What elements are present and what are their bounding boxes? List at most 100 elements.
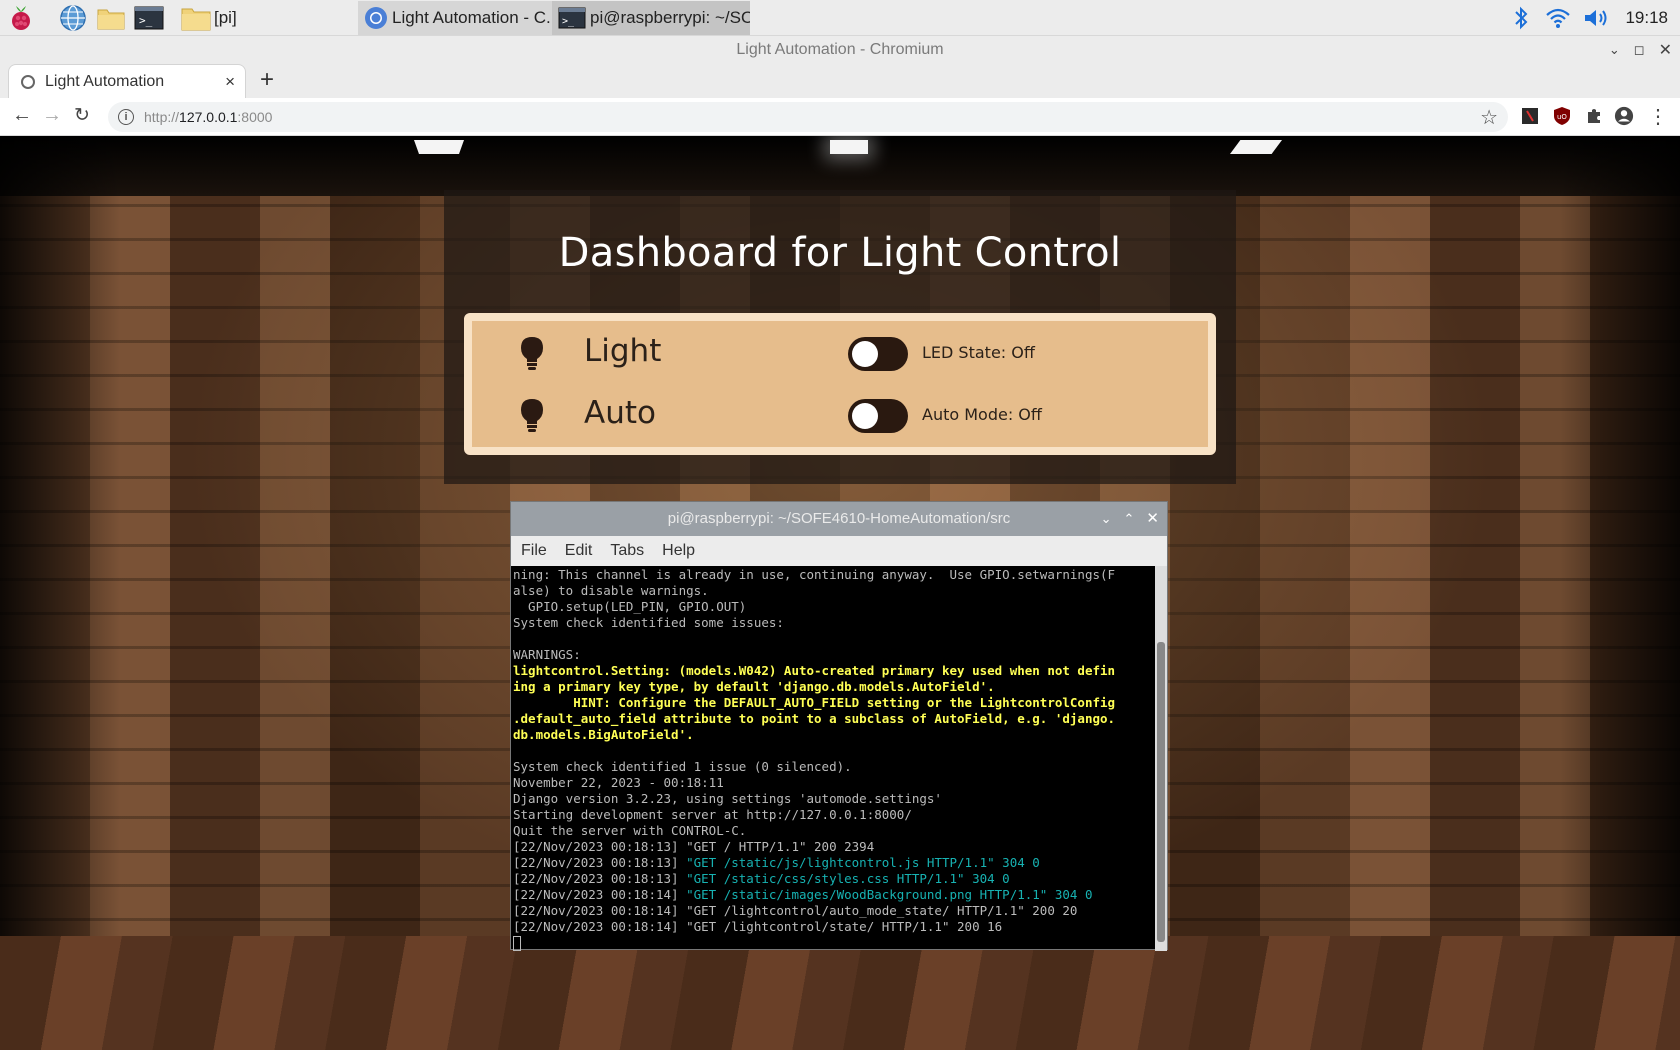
extensions-puzzle-icon[interactable] <box>1584 106 1604 126</box>
terminal-line-request: "GET /static/css/styles.css HTTP/1.1" 30… <box>686 871 1010 886</box>
tab-light-automation[interactable]: Light Automation × <box>8 64 246 98</box>
bookmark-star-icon[interactable]: ☆ <box>1480 105 1498 130</box>
browser-menu-icon[interactable]: ⋮ <box>1648 106 1668 128</box>
svg-text:>_: >_ <box>139 14 153 27</box>
menu-file[interactable]: File <box>521 542 547 560</box>
taskbar-folder-label: [pi] <box>214 7 237 27</box>
terminal-output[interactable]: ning: This channel is already in use, co… <box>511 566 1157 951</box>
menu-edit[interactable]: Edit <box>565 542 593 560</box>
terminal-menubar: File Edit Tabs Help <box>511 536 1167 566</box>
terminal-line: [22/Nov/2023 00:18:13] "GET / HTTP/1.1" … <box>513 839 1155 855</box>
terminal-line: [22/Nov/2023 00:18:14] "GET /lightcontro… <box>513 919 1155 935</box>
new-tab-button[interactable]: + <box>260 66 274 94</box>
wall-shadow-left <box>0 136 120 1050</box>
taskbar-task-terminal[interactable]: >_ pi@raspberrypi: ~/SO... <box>552 0 750 35</box>
taskbar-folder-pi[interactable]: [pi] <box>174 1 358 35</box>
svg-text:>_: >_ <box>562 16 575 27</box>
bluetooth-icon[interactable] <box>1513 5 1529 31</box>
toggle-knob <box>852 403 878 429</box>
url-protocol: http:// <box>144 109 180 125</box>
menu-help[interactable]: Help <box>662 542 695 560</box>
terminal-window[interactable]: pi@raspberrypi: ~/SOFE4610-HomeAutomatio… <box>510 501 1168 951</box>
taskbar-task-terminal-label: pi@raspberrypi: ~/SO... <box>590 7 750 27</box>
ceiling-light-center <box>830 140 868 154</box>
terminal-titlebar[interactable]: pi@raspberrypi: ~/SOFE4610-HomeAutomatio… <box>511 502 1167 536</box>
terminal-line: .default_auto_field attribute to point t… <box>513 711 1155 727</box>
extension-red-icon[interactable] <box>1520 106 1540 126</box>
minimize-icon[interactable]: ⌄ <box>1609 42 1620 58</box>
terminal-line-text: [22/Nov/2023 00:18:13] <box>513 871 687 886</box>
terminal-line: Quit the server with CONTROL-C. <box>513 823 1155 839</box>
dashboard-title: Dashboard for Light Control <box>558 230 1122 276</box>
site-info-icon[interactable]: i <box>118 109 134 125</box>
terminal-line-text: .default_auto_field attribute to point t… <box>513 711 1116 726</box>
terminal-window-controls: ⌄ ⌃ ✕ <box>1101 502 1159 536</box>
terminal-minimize-icon[interactable]: ⌄ <box>1101 502 1112 536</box>
terminal-line-text: GPIO.setup(LED_PIN, GPIO.OUT) <box>513 599 747 614</box>
terminal-line-text: WARNINGS: <box>513 647 581 662</box>
terminal-line-request: "GET /static/images/WoodBackground.png H… <box>686 887 1093 902</box>
terminal-line-text: [22/Nov/2023 00:18:14] "GET /lightcontro… <box>513 903 1078 918</box>
reload-icon[interactable]: ↻ <box>74 104 90 127</box>
terminal-line-text: ing a primary key type, by default 'djan… <box>513 679 995 694</box>
ceiling-light-left <box>414 140 464 154</box>
forward-icon[interactable]: → <box>42 104 62 127</box>
wifi-icon[interactable] <box>1545 7 1571 29</box>
raspberry-menu-icon[interactable] <box>4 1 38 35</box>
terminal-line-text: System check identified some issues: <box>513 615 784 630</box>
tab-close-icon[interactable]: × <box>225 72 235 92</box>
terminal-line-text: HINT: Configure the DEFAULT_AUTO_FIELD s… <box>513 695 1116 710</box>
terminal-line-text <box>513 743 521 758</box>
tab-strip: Light Automation × + <box>0 64 1680 98</box>
file-manager-icon[interactable] <box>94 1 128 35</box>
terminal-line-text: Quit the server with CONTROL-C. <box>513 823 747 838</box>
clock[interactable]: 19:18 <box>1625 8 1668 28</box>
ublock-origin-icon[interactable]: uO <box>1552 106 1572 126</box>
led-toggle-switch[interactable] <box>848 337 908 371</box>
window-title: Light Automation - Chromium <box>0 36 1680 64</box>
terminal-close-icon[interactable]: ✕ <box>1146 502 1159 536</box>
terminal-line: alse) to disable warnings. <box>513 583 1155 599</box>
web-browser-icon[interactable] <box>56 1 90 35</box>
browser-toolbar: ← → ↻ i http://127.0.0.1:8000 ☆ uO ⋮ <box>0 98 1680 136</box>
close-window-icon[interactable]: ✕ <box>1659 40 1672 60</box>
terminal-line-text: November 22, 2023 - 00:18:11 <box>513 775 724 790</box>
maximize-icon[interactable]: ◻ <box>1634 42 1645 58</box>
profile-avatar-icon[interactable] <box>1614 106 1634 126</box>
terminal-scrollbar[interactable] <box>1155 566 1167 951</box>
url-port: :8000 <box>237 109 273 125</box>
terminal-line <box>513 631 1155 647</box>
auto-mode-state-text: Auto Mode: Off <box>922 405 1042 424</box>
terminal-line: [22/Nov/2023 00:18:14] "GET /lightcontro… <box>513 903 1155 919</box>
terminal-maximize-icon[interactable]: ⌃ <box>1124 502 1135 536</box>
terminal-line-text: lightcontrol.Setting: (models.W042) Auto… <box>513 663 1116 678</box>
terminal-line-text: db.models.BigAutoField'. <box>513 727 694 742</box>
terminal-icon[interactable]: >_ <box>132 1 166 35</box>
address-bar[interactable]: i http://127.0.0.1:8000 ☆ <box>108 102 1508 132</box>
system-tray: 19:18 <box>1513 0 1680 36</box>
auto-label: Auto <box>584 395 656 431</box>
terminal-line: System check identified some issues: <box>513 615 1155 631</box>
terminal-scroll-thumb[interactable] <box>1157 642 1165 942</box>
terminal-line-request: "GET /static/js/lightcontrol.js HTTP/1.1… <box>686 855 1040 870</box>
taskbar-task-browser-label: Light Automation - C... <box>392 7 552 27</box>
taskbar-task-browser[interactable]: Light Automation - C... <box>358 0 552 35</box>
terminal-line: Starting development server at http://12… <box>513 807 1155 823</box>
wall-shadow-right <box>1560 136 1680 1050</box>
terminal-line-text: Starting development server at http://12… <box>513 807 912 822</box>
lightbulb-icon <box>518 335 546 371</box>
terminal-line: System check identified 1 issue (0 silen… <box>513 759 1155 775</box>
terminal-line: lightcontrol.Setting: (models.W042) Auto… <box>513 663 1155 679</box>
taskbar: >_ [pi] Light Automation - C... >_ pi@ra… <box>0 0 1680 36</box>
control-card: Light LED State: Off Auto Auto Mode: Off <box>464 313 1216 455</box>
volume-icon[interactable] <box>1583 7 1611 29</box>
back-icon[interactable]: ← <box>12 104 32 127</box>
terminal-line-text: [22/Nov/2023 00:18:13] <box>513 855 687 870</box>
light-row: Light LED State: Off <box>472 323 1208 383</box>
terminal-line-text: [22/Nov/2023 00:18:13] "GET / HTTP/1.1" … <box>513 839 875 854</box>
window-controls: ⌄ ◻ ✕ <box>1609 36 1672 64</box>
auto-mode-toggle-switch[interactable] <box>848 399 908 433</box>
wood-floor <box>0 936 1680 1050</box>
menu-tabs[interactable]: Tabs <box>610 542 644 560</box>
globe-favicon-icon <box>21 74 35 89</box>
